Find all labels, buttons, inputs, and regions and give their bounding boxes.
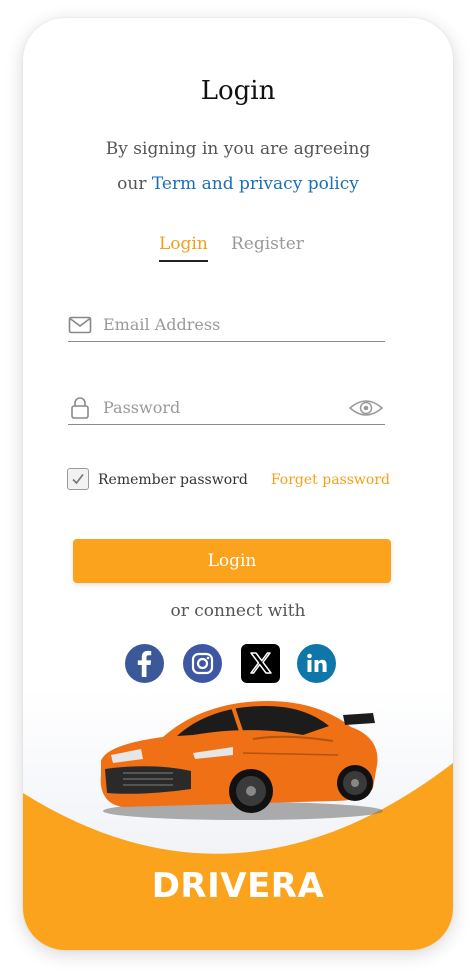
lock-icon (71, 397, 89, 419)
remember-label: Remember password (98, 472, 248, 488)
connect-text: or connect with (170, 601, 306, 621)
login-button[interactable]: Login (73, 539, 391, 583)
facebook-button[interactable] (125, 644, 164, 683)
forget-password-link[interactable]: Forget password (271, 472, 390, 488)
x-icon (241, 644, 280, 683)
email-input[interactable] (103, 310, 343, 338)
remember-checkbox[interactable] (67, 468, 89, 490)
terms-privacy-link[interactable]: Term and privacy policy (152, 174, 359, 194)
password-input[interactable] (103, 393, 343, 421)
sports-car-image (100, 701, 383, 820)
instagram-icon (183, 644, 222, 683)
page-title: Login (200, 76, 276, 106)
linkedin-icon (297, 644, 336, 683)
terms-prefix: our (117, 174, 147, 194)
linkedin-button[interactable] (297, 644, 336, 683)
password-field (68, 385, 385, 425)
terms-notice: By signing in you are agreeing our Term … (23, 132, 453, 202)
email-field (68, 302, 385, 342)
terms-notice-line2: our Term and privacy policy (23, 167, 453, 202)
auth-tabs: Login Register (23, 234, 453, 266)
terms-notice-line1: By signing in you are agreeing (105, 139, 371, 159)
checkmark-icon (72, 473, 84, 485)
tab-register[interactable]: Register (231, 234, 304, 260)
eye-icon[interactable] (349, 397, 383, 419)
facebook-icon (125, 644, 164, 683)
login-card: Login By signing in you are agreeing our… (23, 18, 453, 950)
brand-logo: DRIVERA (151, 866, 325, 906)
x-button[interactable] (241, 644, 280, 683)
instagram-button[interactable] (183, 644, 222, 683)
mail-icon (68, 316, 92, 334)
tab-login[interactable]: Login (159, 234, 208, 262)
